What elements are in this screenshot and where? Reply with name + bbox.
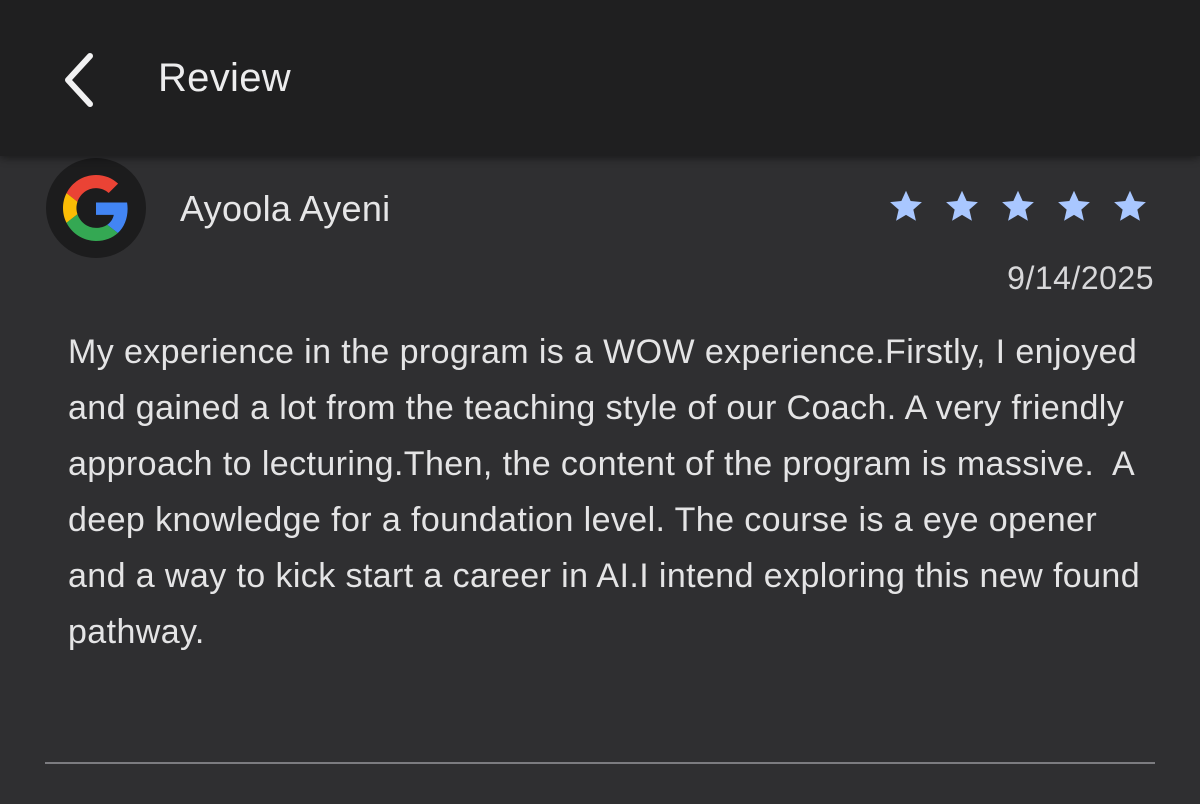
avatar (46, 158, 146, 258)
star-rating (888, 188, 1148, 224)
reviewer-name: Ayoola Ayeni (180, 188, 391, 229)
star-icon (946, 190, 978, 221)
divider (45, 762, 1155, 764)
back-button[interactable] (48, 42, 112, 118)
page-title: Review (158, 56, 291, 100)
chevron-left-icon (65, 53, 93, 107)
google-logo-icon (63, 175, 128, 241)
review-date: 9/14/2025 (1007, 260, 1154, 296)
star-icon (1058, 190, 1090, 221)
star-icon (1114, 190, 1146, 221)
star-icon (1002, 190, 1034, 221)
star-icon (890, 190, 922, 221)
app-bar: Review (0, 0, 1200, 156)
review-text: My experience in the program is a WOW ex… (68, 333, 1150, 651)
review-card: Ayoola Ayeni 9/14/2025 My experience in … (0, 156, 1200, 804)
